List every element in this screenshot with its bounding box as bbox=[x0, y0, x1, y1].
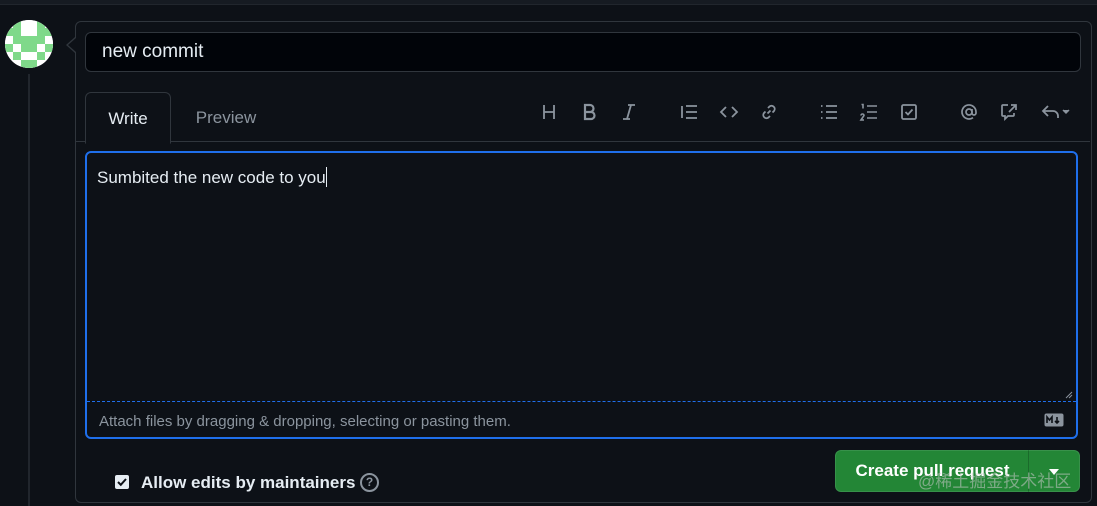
allow-edits-checkbox[interactable] bbox=[115, 475, 129, 489]
heading-icon[interactable] bbox=[535, 98, 563, 126]
comment-text: Sumbited the new code to you bbox=[97, 168, 326, 187]
allow-edits-label[interactable]: Allow edits by maintainers bbox=[141, 473, 355, 493]
numbered-list-icon[interactable] bbox=[855, 98, 883, 126]
mention-icon[interactable] bbox=[955, 98, 983, 126]
tab-write[interactable]: Write bbox=[85, 92, 171, 144]
top-border bbox=[0, 0, 1097, 5]
code-icon[interactable] bbox=[715, 98, 743, 126]
speech-caret-inner bbox=[68, 38, 76, 52]
italic-icon[interactable] bbox=[615, 98, 643, 126]
timeline-line bbox=[28, 74, 30, 506]
reference-icon[interactable] bbox=[995, 98, 1023, 126]
bulleted-list-icon[interactable] bbox=[815, 98, 843, 126]
markdown-icon[interactable] bbox=[1044, 413, 1064, 427]
comment-textarea[interactable]: Sumbited the new code to you Attach file… bbox=[85, 151, 1078, 439]
attach-divider bbox=[87, 401, 1076, 402]
resize-handle-icon[interactable] bbox=[1065, 391, 1073, 399]
avatar[interactable] bbox=[5, 20, 53, 68]
text-cursor bbox=[325, 167, 327, 187]
attach-files-hint[interactable]: Attach files by dragging & dropping, sel… bbox=[99, 413, 511, 430]
tab-preview[interactable]: Preview bbox=[180, 92, 272, 142]
quote-icon[interactable] bbox=[675, 98, 703, 126]
bold-icon[interactable] bbox=[575, 98, 603, 126]
task-list-icon[interactable] bbox=[895, 98, 923, 126]
help-icon[interactable]: ? bbox=[360, 473, 379, 492]
title-input[interactable] bbox=[85, 32, 1081, 72]
watermark: @稀土掘金技术社区 bbox=[918, 472, 1072, 491]
link-icon[interactable] bbox=[755, 98, 783, 126]
reply-icon[interactable] bbox=[1035, 98, 1077, 126]
